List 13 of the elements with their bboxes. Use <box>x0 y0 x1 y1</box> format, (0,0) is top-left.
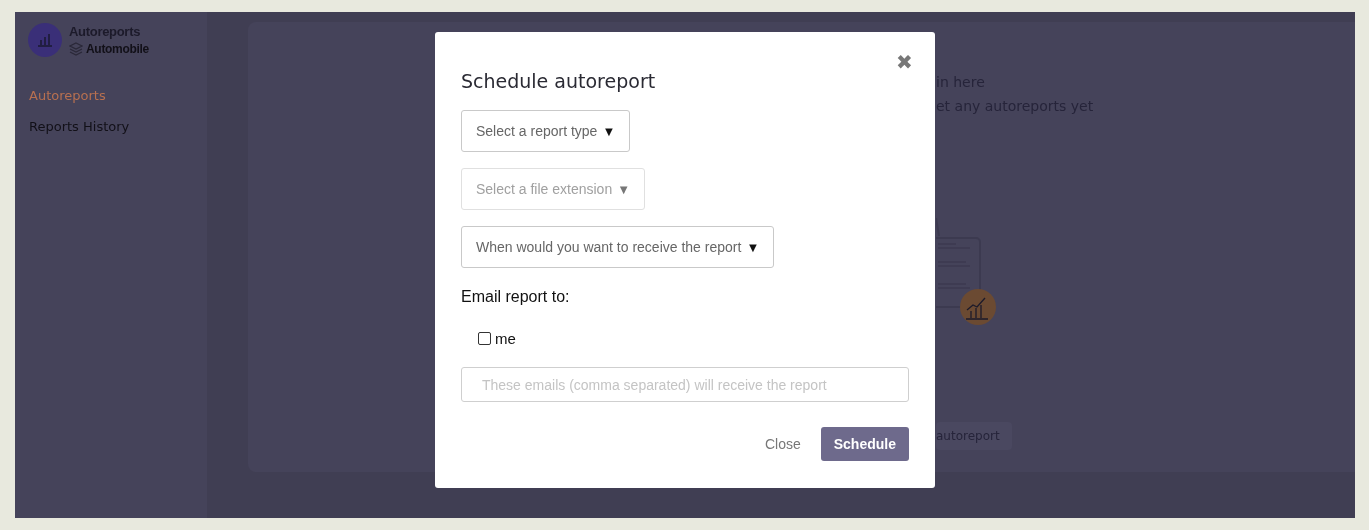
sidebar-item[interactable]: Autoreports <box>29 88 106 103</box>
schedule-button[interactable]: Schedule <box>820 427 909 461</box>
dropdown[interactable]: When would you want to receive the report ▼ <box>461 226 775 268</box>
workspace-name: Automobile <box>86 42 149 56</box>
dialog-title: Schedule autoreport <box>461 70 656 92</box>
bar-chart-icon <box>37 33 53 47</box>
emails-field[interactable]: These emails (comma separated) will receive the report <box>461 367 909 402</box>
checkbox[interactable] <box>478 332 491 345</box>
checkbox-label[interactable]: me <box>495 330 516 347</box>
dropdown[interactable]: Select a report type ▼ <box>461 110 631 152</box>
close-button[interactable]: Close <box>764 436 801 452</box>
layers-icon <box>69 42 83 56</box>
email-label: Email report to: <box>461 288 570 306</box>
